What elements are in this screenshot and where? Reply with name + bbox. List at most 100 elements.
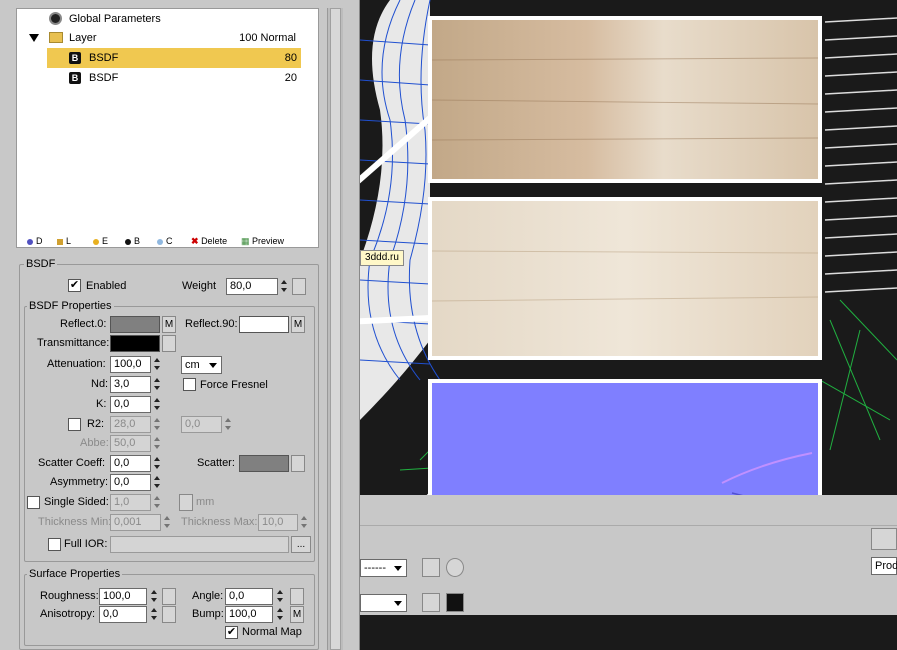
- single-sided-map-button[interactable]: [179, 494, 193, 511]
- angle-spinner[interactable]: [275, 588, 285, 605]
- thickness-max-spinner[interactable]: [299, 514, 309, 531]
- scatter-coeff-spinner[interactable]: [152, 455, 162, 472]
- single-sided-spinner[interactable]: [152, 494, 162, 511]
- normal-map-crack-icon: [721, 452, 813, 495]
- tree-item-global-parameters[interactable]: Global Parameters: [17, 9, 318, 29]
- abbe-spinner[interactable]: [152, 435, 162, 452]
- dot-icon: [27, 238, 33, 245]
- asymmetry-input[interactable]: 0,0: [110, 474, 151, 491]
- force-fresnel-checkbox[interactable]: [183, 378, 196, 391]
- black-frame-icon[interactable]: [446, 593, 464, 612]
- r2-input-a[interactable]: 28,0: [110, 416, 151, 433]
- weight-input[interactable]: 80,0: [226, 278, 278, 295]
- 3d-viewport[interactable]: [360, 0, 897, 495]
- divider: [360, 525, 897, 526]
- bsdf-block-icon: B: [69, 72, 81, 84]
- reflect0-map-button[interactable]: M: [162, 316, 176, 333]
- r2-input-b[interactable]: 0,0: [181, 416, 222, 433]
- attenuation-spinner[interactable]: [152, 356, 162, 373]
- diffuse-texture-preview[interactable]: [428, 16, 822, 183]
- scatter-map-button[interactable]: [291, 455, 305, 472]
- chevron-down-icon: [394, 601, 402, 606]
- teapot-icon[interactable]: [446, 558, 464, 577]
- delete-button[interactable]: ✖ Delete: [191, 234, 227, 248]
- bsdf-block-icon: B: [69, 52, 81, 64]
- add-l-button[interactable]: L: [57, 234, 71, 248]
- thickness-min-input[interactable]: 0,001: [110, 514, 161, 531]
- reflect90-map-button[interactable]: M: [291, 316, 305, 333]
- scrollbar-thumb[interactable]: [330, 8, 341, 650]
- expand-triangle-icon[interactable]: [29, 34, 39, 42]
- asymmetry-spinner[interactable]: [152, 474, 162, 491]
- chevron-down-icon: [209, 363, 217, 368]
- scatter-coeff-input[interactable]: 0,0: [110, 455, 151, 472]
- watermark-label: 3ddd.ru: [360, 250, 404, 266]
- anisotropy-spinner[interactable]: [149, 606, 159, 623]
- attenuation-input[interactable]: 100,0: [110, 356, 151, 373]
- r2-spinner-a[interactable]: [152, 416, 162, 433]
- wood-grain-icon: [431, 57, 819, 141]
- bottom-toolbar-area: ------ Prod: [360, 495, 897, 650]
- anisotropy-input[interactable]: 0,0: [99, 606, 147, 623]
- attenuation-unit-dropdown[interactable]: cm: [181, 356, 222, 374]
- layer-tree: Global Parameters Layer 100 Normal B BSD…: [16, 8, 319, 248]
- bump-spinner[interactable]: [275, 606, 285, 623]
- dot-icon: [125, 238, 131, 245]
- k-input[interactable]: 0,0: [110, 396, 151, 413]
- roughness-spinner[interactable]: [149, 588, 159, 605]
- weight-map-button[interactable]: [292, 278, 306, 295]
- single-sided-input[interactable]: 1,0: [110, 494, 151, 511]
- nd-input[interactable]: 3,0: [110, 376, 151, 393]
- thickness-max-input[interactable]: 10,0: [258, 514, 298, 531]
- tree-item-bsdf-selected[interactable]: B BSDF 80: [47, 48, 301, 68]
- reflect0-color-swatch[interactable]: [110, 316, 160, 333]
- folder-icon: [57, 238, 63, 245]
- panel-scrollbar[interactable]: [327, 8, 343, 650]
- tree-item-layer[interactable]: Layer 100 Normal: [17, 28, 318, 48]
- transmittance-color-swatch[interactable]: [110, 335, 160, 352]
- k-spinner[interactable]: [152, 396, 162, 413]
- layout-dropdown[interactable]: ------: [360, 559, 407, 577]
- add-e-button[interactable]: E: [93, 234, 108, 248]
- tree-toolbar: D L E B C ✖ Delete ▦ Preview: [17, 234, 318, 248]
- r2-checkbox[interactable]: [68, 418, 81, 431]
- reflect90-color-swatch[interactable]: [239, 316, 289, 333]
- bump-input[interactable]: 100,0: [225, 606, 273, 623]
- transmittance-map-button[interactable]: [162, 335, 176, 352]
- normal-map-checkbox[interactable]: ✔: [225, 626, 238, 639]
- add-d-button[interactable]: D: [27, 234, 43, 248]
- angle-map-button[interactable]: [290, 588, 304, 605]
- full-ior-browse-button[interactable]: ...: [291, 536, 311, 553]
- preview-button[interactable]: ▦ Preview: [241, 234, 284, 248]
- tree-item-bsdf[interactable]: B BSDF 20: [47, 68, 301, 88]
- single-sided-checkbox[interactable]: [27, 496, 40, 509]
- r2-spinner-b[interactable]: [223, 416, 233, 433]
- nd-spinner[interactable]: [152, 376, 162, 393]
- enabled-checkbox[interactable]: ✔: [68, 279, 81, 292]
- thickness-min-spinner[interactable]: [162, 514, 172, 531]
- folder-icon: [49, 32, 63, 43]
- roughness-map-button[interactable]: [162, 588, 176, 605]
- dot-icon: [157, 238, 163, 245]
- add-c-button[interactable]: C: [157, 234, 173, 248]
- frame-view-icon[interactable]: [422, 593, 440, 612]
- abbe-input[interactable]: 50,0: [110, 435, 151, 452]
- full-ior-checkbox[interactable]: [48, 538, 61, 551]
- production-dropdown[interactable]: Prod: [871, 557, 897, 575]
- weight-spinner[interactable]: [279, 278, 289, 295]
- view-dropdown[interactable]: [360, 594, 407, 612]
- bump-map-button[interactable]: M: [290, 606, 304, 623]
- timeline-strip[interactable]: [360, 615, 897, 650]
- scatter-color-swatch[interactable]: [239, 455, 289, 472]
- full-ior-input[interactable]: [110, 536, 289, 553]
- normal-map-texture-preview[interactable]: [428, 379, 822, 495]
- wood-grain-icon: [431, 250, 819, 302]
- delete-x-icon: ✖: [191, 236, 199, 246]
- anisotropy-map-button[interactable]: [162, 606, 176, 623]
- render-frame-icon[interactable]: [422, 558, 440, 577]
- side-button[interactable]: [871, 528, 897, 550]
- add-b-button[interactable]: B: [125, 234, 140, 248]
- roughness-input[interactable]: 100,0: [99, 588, 147, 605]
- reflect-texture-preview[interactable]: [428, 197, 822, 360]
- angle-input[interactable]: 0,0: [225, 588, 273, 605]
